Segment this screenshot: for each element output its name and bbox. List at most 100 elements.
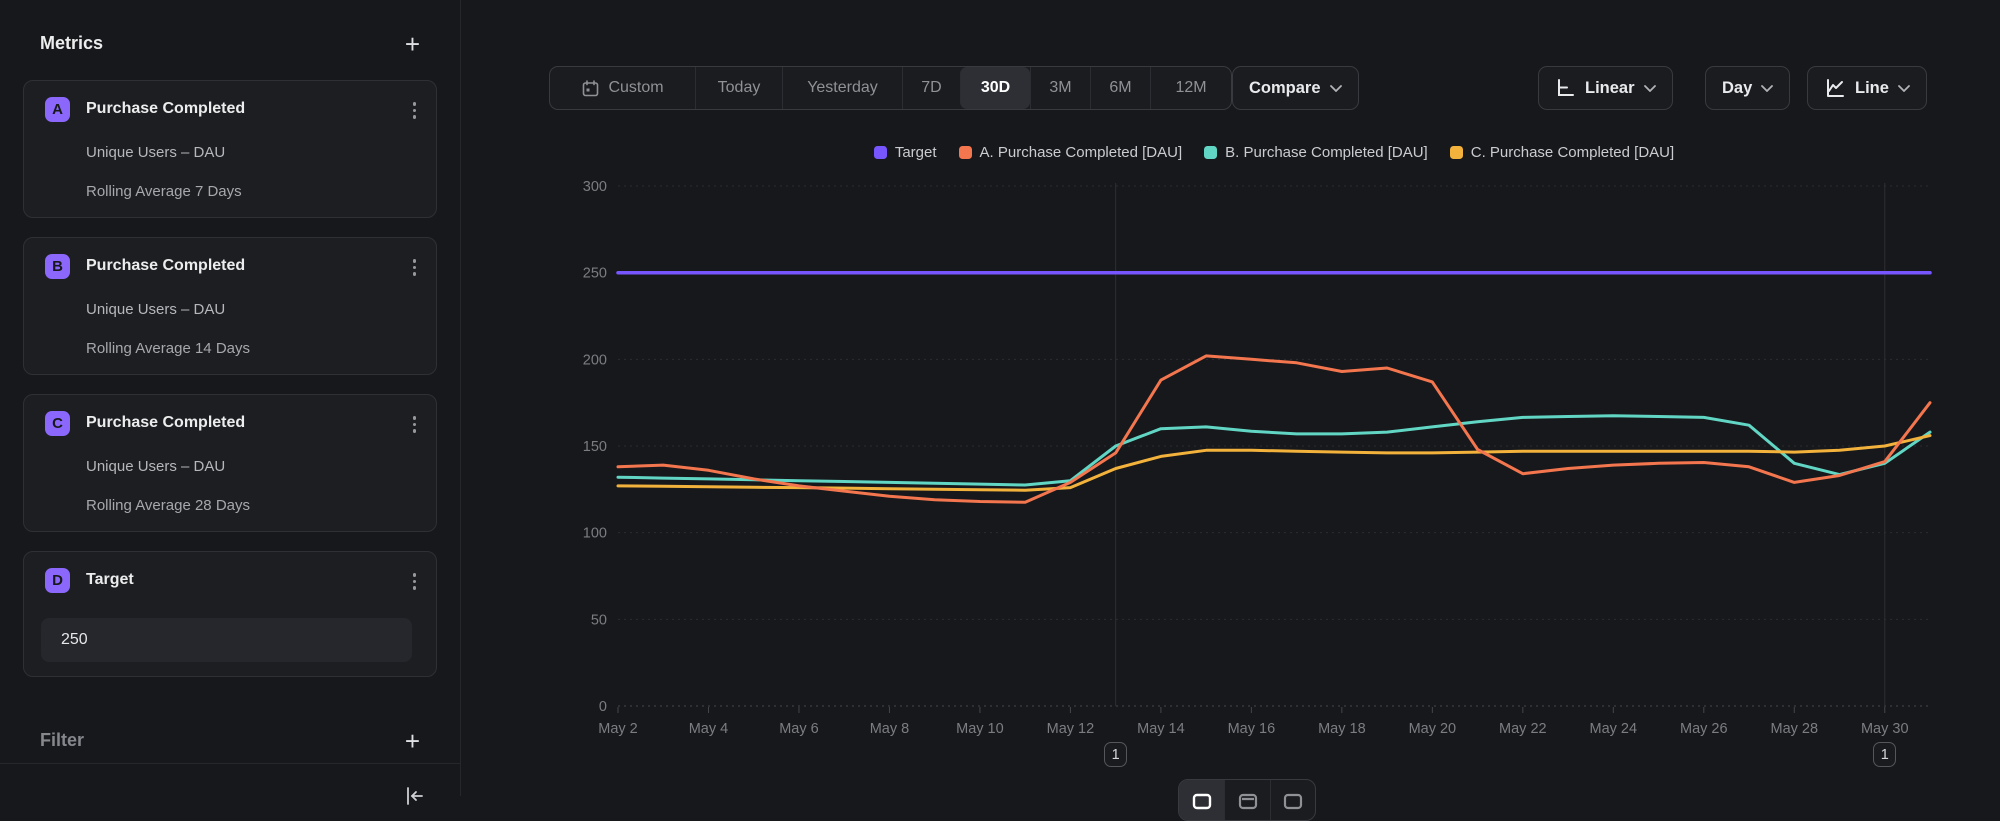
annotation-badge[interactable]: 1 — [1104, 742, 1127, 767]
view-option-line-chart[interactable] — [1179, 780, 1224, 820]
chart-panel: Custom Today Yesterday7D30D 3M 6M 12M Compare… — [461, 0, 2000, 796]
x-tick-label: May 28 — [1770, 721, 1818, 737]
date-range-30d[interactable]: 30D — [960, 67, 1030, 109]
x-tick-label: May 10 — [956, 721, 1004, 737]
date-range-label: Today — [718, 79, 761, 97]
metric-transform: Rolling Average 14 Days — [86, 340, 250, 357]
date-range-custom[interactable]: Custom — [550, 67, 695, 109]
metric-title: Purchase Completed — [86, 257, 245, 275]
metric-card[interactable]: APurchase CompletedUnique Users – DAURol… — [23, 80, 437, 218]
target-card[interactable]: D Target — [23, 551, 437, 677]
date-range-control: Custom Today Yesterday7D30D 3M 6M 12M — [549, 66, 1232, 110]
compare-label: Compare — [1249, 79, 1321, 98]
collapse-sidebar-icon[interactable] — [402, 784, 426, 813]
metric-card[interactable]: BPurchase CompletedUnique Users – DAURol… — [23, 237, 437, 375]
kebab-menu-icon[interactable] — [409, 98, 421, 123]
line-chart-icon — [1190, 788, 1214, 812]
chart-type-label: Line — [1855, 79, 1889, 98]
stacked-chart-icon — [1281, 788, 1305, 812]
compare-button[interactable]: Compare — [1232, 66, 1359, 110]
series-line — [618, 416, 1930, 485]
filter-title: Filter — [40, 730, 84, 751]
x-tick-label: May 14 — [1137, 721, 1185, 737]
metrics-sidebar: Metrics + APurchase CompletedUnique User… — [0, 0, 461, 796]
date-range-3m[interactable]: 3M — [1030, 67, 1090, 109]
x-tick-label: May 18 — [1318, 721, 1366, 737]
x-tick-label: May 26 — [1680, 721, 1728, 737]
kebab-menu-icon[interactable] — [409, 569, 421, 594]
date-range-6m[interactable]: 6M — [1090, 67, 1150, 109]
linear-scale-icon — [1555, 78, 1576, 99]
bar-chart-icon — [1236, 788, 1260, 812]
x-tick-label: May 16 — [1228, 721, 1276, 737]
legend-label: C. Purchase Completed [DAU] — [1471, 144, 1674, 161]
metric-badge: D — [45, 568, 70, 593]
legend-swatch — [874, 146, 887, 159]
metric-title: Purchase Completed — [86, 100, 245, 118]
kebab-menu-icon[interactable] — [409, 412, 421, 437]
kebab-menu-icon[interactable] — [409, 255, 421, 280]
legend-item[interactable]: C. Purchase Completed [DAU] — [1450, 144, 1674, 161]
calendar-icon — [581, 79, 600, 98]
chart-legend: Target A. Purchase Completed [DAU] B. Purc… — [618, 144, 1930, 161]
sidebar-divider — [0, 763, 461, 764]
date-range-7d[interactable]: 7D — [902, 67, 960, 109]
scale-label: Linear — [1585, 79, 1635, 98]
date-range-label: 6M — [1109, 79, 1131, 97]
target-value-input[interactable] — [41, 618, 412, 662]
date-range-label: Custom — [608, 79, 663, 97]
legend-label: B. Purchase Completed [DAU] — [1225, 144, 1428, 161]
add-metric-icon[interactable]: + — [405, 34, 420, 54]
metric-title: Target — [86, 571, 134, 589]
series-line — [618, 436, 1930, 491]
y-tick-label: 300 — [583, 179, 607, 195]
x-tick-label: May 20 — [1409, 721, 1457, 737]
y-tick-label: 100 — [583, 526, 607, 542]
y-tick-label: 0 — [599, 699, 607, 715]
legend-item[interactable]: Target — [874, 144, 937, 161]
view-option-stacked-chart[interactable] — [1270, 780, 1315, 820]
metrics-header: Metrics + — [40, 33, 420, 54]
x-tick-label: May 12 — [1047, 721, 1095, 737]
x-tick-label: May 8 — [870, 721, 910, 737]
chevron-down-icon — [1761, 85, 1773, 92]
granularity-label: Day — [1722, 79, 1752, 98]
date-range-12m[interactable]: 12M — [1150, 67, 1231, 109]
x-tick-label: May 4 — [689, 721, 729, 737]
metric-title: Purchase Completed — [86, 414, 245, 432]
legend-item[interactable]: B. Purchase Completed [DAU] — [1204, 144, 1428, 161]
series-line — [618, 356, 1930, 502]
x-tick-label: May 30 — [1861, 721, 1909, 737]
add-filter-icon[interactable]: + — [405, 731, 420, 751]
annotation-badge[interactable]: 1 — [1873, 742, 1896, 767]
legend-swatch — [1450, 146, 1463, 159]
metric-transform: Rolling Average 7 Days — [86, 183, 242, 200]
line-chart-icon — [1824, 77, 1846, 99]
chart-type-button[interactable]: Line — [1807, 66, 1927, 110]
metric-transform: Rolling Average 28 Days — [86, 497, 250, 514]
metric-measure: Unique Users – DAU — [86, 144, 225, 161]
y-tick-label: 150 — [583, 439, 607, 455]
metric-card[interactable]: C Purchase Completed Unique Users – DAU Rol… — [23, 394, 437, 532]
legend-item[interactable]: A. Purchase Completed [DAU] — [959, 144, 1183, 161]
date-range-yesterday[interactable]: Yesterday — [782, 67, 902, 109]
scale-button[interactable]: Linear — [1538, 66, 1673, 110]
view-option-bar-chart[interactable] — [1224, 780, 1269, 820]
x-tick-label: May 2 — [598, 721, 638, 737]
date-range-label: 3M — [1049, 79, 1071, 97]
chevron-down-icon — [1330, 85, 1342, 92]
view-type-selector — [1178, 779, 1316, 821]
legend-swatch — [959, 146, 972, 159]
chevron-down-icon — [1644, 85, 1656, 92]
date-range-label: 12M — [1175, 79, 1206, 97]
x-tick-label: May 6 — [779, 721, 819, 737]
legend-swatch — [1204, 146, 1217, 159]
line-chart: 050100150200250300May 2May 4May 6May 8Ma… — [461, 0, 2000, 796]
metric-measure: Unique Users – DAU — [86, 458, 225, 475]
granularity-button[interactable]: Day — [1705, 66, 1790, 110]
date-range-today[interactable]: Today — [695, 67, 782, 109]
chevron-down-icon — [1898, 85, 1910, 92]
filter-header: Filter + — [40, 730, 420, 751]
metric-badge: C — [45, 411, 70, 436]
legend-label: Target — [895, 144, 937, 161]
